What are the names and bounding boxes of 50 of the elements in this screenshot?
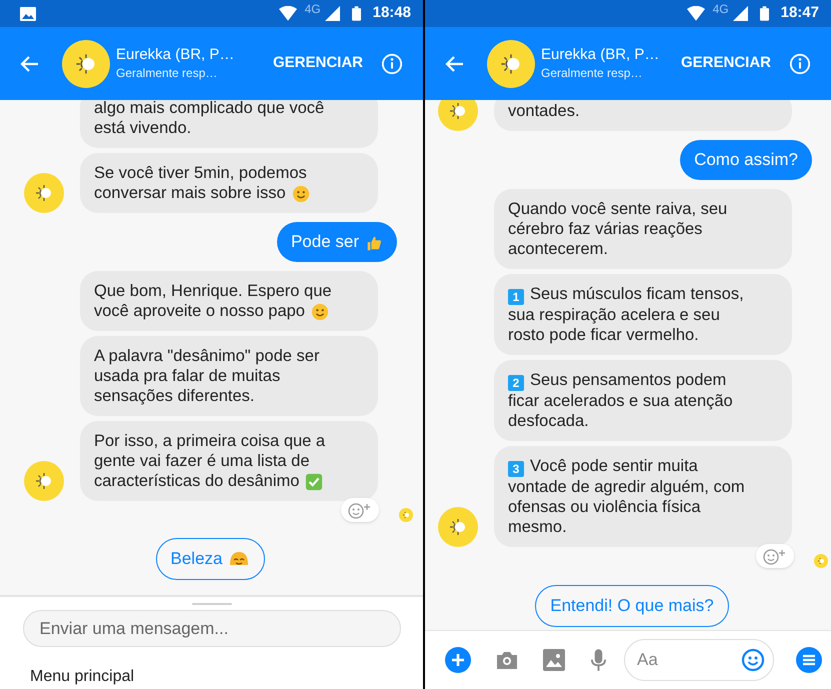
- add-reaction-button[interactable]: [341, 498, 379, 522]
- info-icon[interactable]: [381, 52, 403, 74]
- received-message: Por isso, a primeira coisa que a gente vai fazer é uma lista de características do desânimo: [80, 421, 378, 501]
- received-message: A palavra "desânimo" pode ser usada pra falar de muitas sensações diferentes.: [80, 336, 378, 416]
- received-message: algo mais complicado que você está vivendo.: [80, 100, 378, 148]
- avatar-icon: [62, 40, 110, 88]
- clock-time: 18:47: [780, 3, 819, 24]
- number-badge: 1: [508, 289, 524, 305]
- message-input-field[interactable]: Enviar uma mensagem...: [22, 610, 400, 647]
- message-input-field[interactable]: Aa: [624, 639, 774, 681]
- emoji-icon[interactable]: [741, 648, 765, 672]
- microphone-icon[interactable]: [591, 648, 606, 672]
- avatar-icon: [487, 40, 535, 88]
- contact-status: Geralmente resp…: [116, 64, 218, 82]
- sent-message: Pode ser: [276, 222, 397, 262]
- received-message: Quando você sente raiva, seu cérebro faz várias reações acontecerem.: [494, 189, 792, 269]
- battery-icon: [760, 6, 769, 21]
- received-message: 2 Seus pensamentos podem ficar acelerados e sua atenção desfocada.: [494, 360, 792, 441]
- contact-name: Eurekka (BR, P…: [541, 46, 660, 64]
- back-arrow-icon[interactable]: [20, 54, 40, 74]
- received-message: 1 Seus músculos ficam tensos, sua respiração acelera e seu rosto pode ficar vermelho.: [494, 274, 792, 355]
- clock-time: 18:48: [372, 3, 411, 24]
- battery-icon: [352, 6, 361, 21]
- manage-button[interactable]: GERENCIAR: [272, 52, 363, 75]
- add-reaction-button[interactable]: [756, 544, 794, 568]
- back-arrow-icon[interactable]: [445, 54, 465, 74]
- sent-message: Como assim?: [680, 140, 812, 180]
- quick-reply-button[interactable]: Entendi! O que mais?: [535, 585, 729, 627]
- manage-button[interactable]: GERENCIAR: [680, 52, 771, 75]
- menu-icon[interactable]: [796, 647, 822, 673]
- quick-reply-button[interactable]: Beleza: [156, 538, 266, 580]
- received-message: vontades.: [494, 100, 792, 131]
- signal-icon: [324, 6, 340, 21]
- network-label: 4G: [304, 2, 321, 16]
- received-message: Que bom, Henrique. Espero que você aproveite o nosso papo: [80, 271, 378, 331]
- number-badge: 3: [508, 461, 524, 477]
- network-label: 4G: [712, 2, 729, 16]
- signal-icon: [732, 6, 748, 21]
- number-badge: 2: [508, 375, 524, 391]
- received-message: Se você tiver 5min, podemos conversar mais sobre isso: [80, 153, 378, 213]
- received-message: 3 Você pode sentir muita vontade de agredir alguém, com ofensas ou violência física mesmo.: [494, 446, 792, 547]
- menu-label: Menu principal: [30, 667, 134, 687]
- image-icon[interactable]: [543, 649, 565, 671]
- contact-status: Geralmente resp…: [541, 64, 644, 82]
- camera-icon[interactable]: [495, 650, 519, 670]
- contact-name: Eurekka (BR, P…: [116, 46, 236, 64]
- wifi-icon: [278, 6, 297, 21]
- wifi-icon: [686, 6, 705, 21]
- info-icon[interactable]: [789, 52, 811, 74]
- add-button[interactable]: [445, 647, 471, 673]
